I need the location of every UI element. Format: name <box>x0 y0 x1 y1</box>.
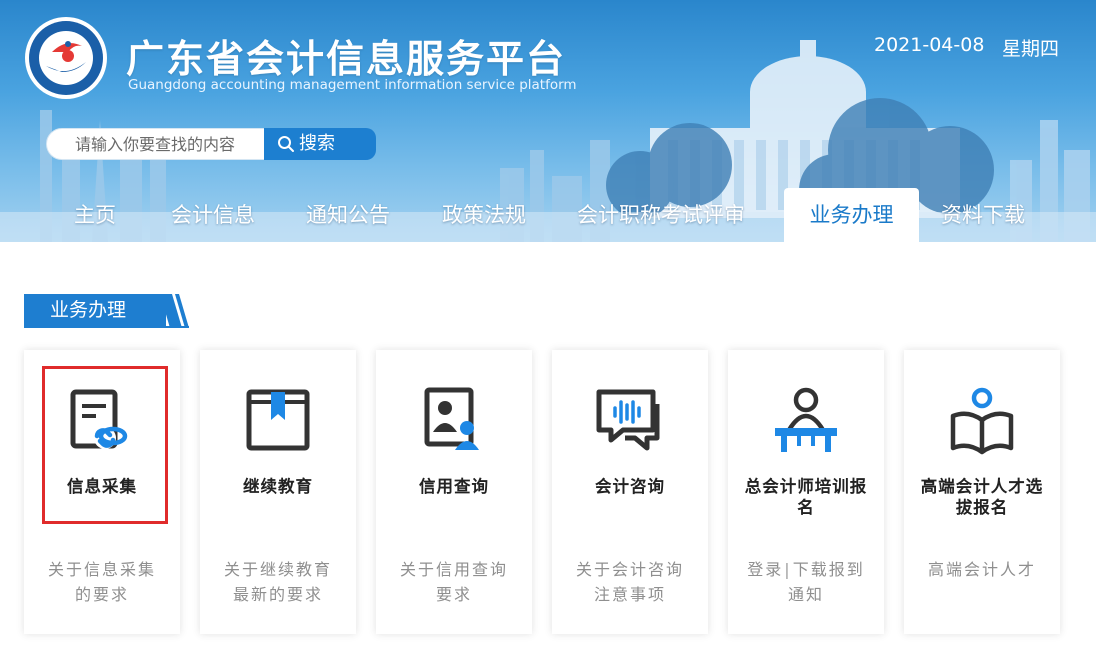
card-title: 总会计师培训报名 <box>744 477 868 517</box>
search-button[interactable]: 搜索 <box>264 128 376 160</box>
header-banner: 广东省会计信息服务平台 Guangdong accounting managem… <box>0 0 1096 242</box>
card-description: 关于继续教育最新的要求 <box>223 560 332 604</box>
download-notice-link[interactable]: 下载报到通知 <box>788 560 865 604</box>
card-description: 关于会计咨询注意事项 <box>575 560 684 604</box>
card-title: 继续教育 <box>243 477 313 496</box>
desc-separator: | <box>784 560 792 579</box>
info-collection-icon <box>70 389 128 449</box>
card-accounting-consult[interactable]: 会计咨询 关于会计咨询注意事项 <box>552 350 708 634</box>
current-date: 2021-04-08 <box>874 34 985 56</box>
search-icon <box>278 136 294 152</box>
card-talent-selection[interactable]: 高端会计人才选拔报名 高端会计人才 <box>904 350 1060 634</box>
current-weekday: 星期四 <box>1002 38 1060 60</box>
search-input[interactable] <box>46 128 266 160</box>
section-underline <box>24 326 189 328</box>
card-description: 关于信用查询要求 <box>399 560 508 604</box>
card-description: 登录|下载报到通知 <box>746 557 866 607</box>
section-title: 业务办理 <box>24 294 166 327</box>
nav-home[interactable]: 主页 <box>74 188 116 242</box>
platform-subtitle: Guangdong accounting management informat… <box>128 77 577 93</box>
nav-downloads[interactable]: 资料下载 <box>941 188 1025 242</box>
card-title: 会计咨询 <box>595 477 665 496</box>
card-title: 信息采集 <box>67 477 137 496</box>
nav-business[interactable]: 业务办理 <box>784 188 919 242</box>
card-title: 信用查询 <box>419 477 489 496</box>
login-link[interactable]: 登录 <box>747 560 783 579</box>
card-cfo-training[interactable]: 总会计师培训报名 登录|下载报到通知 <box>728 350 884 634</box>
reader-icon <box>950 387 1014 455</box>
book-bookmark-icon <box>246 389 310 451</box>
nav-title-exam[interactable]: 会计职称考试评审 <box>577 188 745 242</box>
card-title: 高端会计人才选拔报名 <box>920 477 1044 517</box>
platform-title: 广东省会计信息服务平台 <box>126 37 567 81</box>
card-credit-query[interactable]: 信用查询 关于信用查询要求 <box>376 350 532 634</box>
nav-notices[interactable]: 通知公告 <box>306 188 390 242</box>
section-title-decoration <box>160 294 189 328</box>
platform-logo <box>25 17 107 99</box>
nav-accounting-info[interactable]: 会计信息 <box>171 188 255 242</box>
card-info-collection[interactable]: 信息采集 关于信息采集的要求 <box>24 350 180 634</box>
card-continuing-education[interactable]: 继续教育 关于继续教育最新的要求 <box>200 350 356 634</box>
card-description: 关于信息采集的要求 <box>47 560 156 604</box>
card-description: 高端会计人才 <box>927 560 1036 579</box>
search-button-label: 搜索 <box>299 133 335 154</box>
presenter-icon <box>775 387 837 452</box>
user-profile-icon <box>424 387 479 450</box>
nav-policies[interactable]: 政策法规 <box>442 188 526 242</box>
chat-voice-icon <box>596 389 660 451</box>
